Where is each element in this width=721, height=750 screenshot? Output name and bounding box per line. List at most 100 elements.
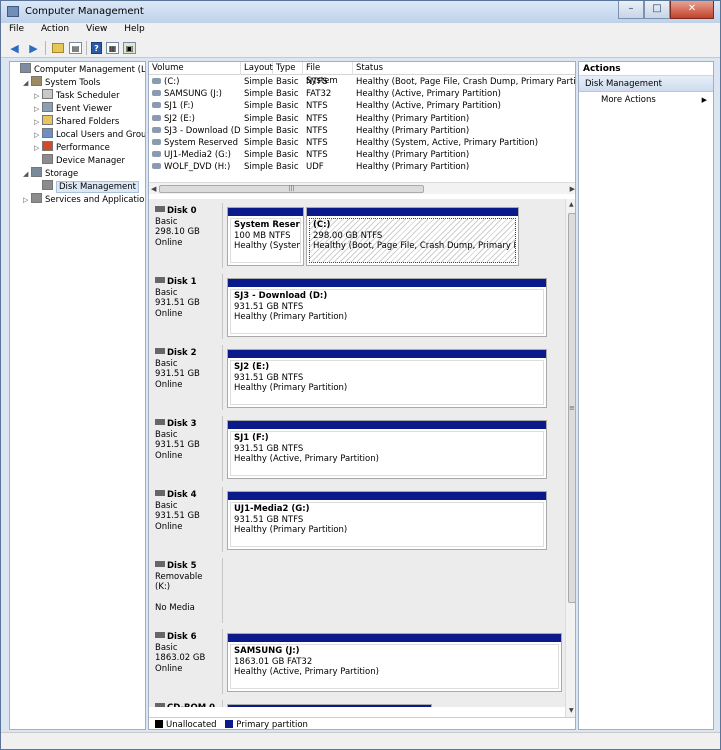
tree-item-services-and-applications[interactable]: ▷ Services and Applications [23,193,145,206]
disk-view-vertical-scrollbar[interactable]: ▲ ≡ ▼ [565,199,575,717]
partition[interactable]: SAMSUNG (J:) 1863.01 GB FAT32 Healthy (Act… [227,633,562,692]
column-type[interactable]: Type [273,62,303,75]
tree-item-shared-folders[interactable]: ▷ Shared Folders [34,115,119,127]
computer-icon [20,63,31,73]
column-file-system[interactable]: File System [303,62,353,86]
close-button[interactable]: ✕ [670,1,714,19]
disk-size-line: 298.10 GB [155,227,218,238]
table-row[interactable]: System Reserved Simple Basic NTFS Healthy (S… [149,137,575,149]
menu-file[interactable]: File [1,23,30,34]
table-cell: Basic [273,100,303,112]
disk-icon [155,490,165,496]
partition[interactable]: System Reserved100 MB NTFSHealthy (Syste… [227,207,304,266]
disk-info[interactable]: CD-ROM 0 [151,700,223,707]
table-cell: NTFS [303,137,353,149]
horizontal-scroll-thumb[interactable]: ||| [159,185,424,193]
partition[interactable]: SJ3 - Download (D:) 931.51 GB NTFS Healthy… [227,278,547,337]
forward-arrow-icon[interactable]: ▶ [26,41,41,55]
actions-section-disk-management[interactable]: Disk Management [579,76,713,92]
disk-row-disk-4: Disk 4 Basic 931.51 GB Online UJ1-Media2 (G:… [149,487,565,552]
back-arrow-icon[interactable]: ◀ [7,41,22,55]
disk-type: Basic [155,429,178,440]
tree-item-disk-management[interactable]: Disk Management [34,180,139,193]
partition[interactable]: SJ1 (F:) 931.51 GB NTFS Healthy (Active, P… [227,420,547,479]
partition[interactable]: (C:) 298.00 GB NTFS Healthy (Boot, Page Fi… [306,207,519,266]
tree-item-computer-management-local[interactable]: Computer Management (Local [12,63,145,75]
actions-pane: Actions Disk Management More Actions ▶ [578,61,714,730]
table-row[interactable]: WOLF_DVD (H:) Simple Basic UDF Healthy (Prim… [149,161,575,173]
disk-info[interactable]: Disk 6 Basic 1863.02 GB Online [151,629,223,694]
up-folder-icon[interactable] [50,41,65,55]
cell-text: Basic [276,138,299,148]
tree-item-system-tools[interactable]: ◢ System Tools [23,76,100,88]
expand-toggle-icon[interactable]: ◢ [23,168,31,180]
primary-partition-bar [228,634,561,642]
partition-body: SAMSUNG (J:) 1863.01 GB FAT32 Healthy (Act… [230,644,559,689]
disk-info[interactable]: Disk 5 Removable (K:) No Media [151,558,223,623]
tree-item-task-scheduler[interactable]: ▷ Task Scheduler [34,89,120,101]
table-row[interactable]: SJ2 (E:) Simple Basic NTFS Healthy (Primary … [149,113,575,125]
disk-row-disk-5: Disk 5 Removable (K:) No Media [149,558,565,623]
expand-toggle-icon[interactable]: ▷ [34,142,42,154]
table-cell: UJ1-Media2 (G:) [149,149,241,161]
expand-toggle-icon[interactable]: ▷ [34,116,42,128]
column-layout[interactable]: Layout [241,62,273,75]
disk-type-line: Basic [155,501,218,512]
console-icon[interactable]: ▣ [123,42,136,54]
disk-name: CD-ROM 0 [167,703,215,707]
table-row[interactable]: SAMSUNG (J:) Simple Basic FAT32 Healthy (Act… [149,88,575,100]
partition[interactable]: UJ1-Media2 (G:) 931.51 GB NTFS Healthy (Pr… [227,491,547,550]
help-icon[interactable]: ? [91,42,102,54]
disk-info[interactable]: Disk 0 Basic 298.10 GB Online [151,203,223,268]
disk-size: 1863.02 GB [155,653,206,663]
expand-toggle-icon[interactable]: ▷ [34,129,42,141]
expand-toggle-icon[interactable]: ▷ [34,103,42,115]
table-cell: Healthy (Active, Primary Partition) [353,100,575,112]
scroll-up-icon[interactable]: ▲ [569,201,574,208]
expand-toggle-icon[interactable]: ◢ [23,77,31,89]
title-bar[interactable]: Computer Management – □ ✕ [1,1,720,23]
partition-status: Healthy (Active, Primary Partition) [234,667,379,677]
disk-info[interactable]: Disk 2 Basic 931.51 GB Online [151,345,223,410]
disk-info[interactable]: Disk 3 Basic 931.51 GB Online [151,416,223,481]
table-row[interactable]: UJ1-Media2 (G:) Simple Basic NTFS Healthy (P… [149,149,575,161]
tree-item-device-manager[interactable]: Device Manager [34,154,125,166]
table-row[interactable]: (C:) Simple Basic NTFS Healthy (Boot, Page F… [149,76,575,88]
scroll-right-icon[interactable]: ▶ [570,183,575,195]
menu-view[interactable]: View [78,23,113,34]
disk-size: 931.51 GB [155,298,200,308]
table-cell: SJ3 - Download (D:) [149,125,241,137]
scroll-down-icon[interactable]: ▼ [569,707,574,714]
maximize-button[interactable]: □ [644,1,670,19]
cell-text: Basic [276,125,299,136]
partition[interactable] [227,704,432,707]
expand-toggle-icon[interactable]: ▷ [34,90,42,102]
partition-status: Healthy (Primary Partition) [234,525,348,535]
menu-action[interactable]: Action [33,23,75,34]
tree-item-event-viewer[interactable]: ▷ Event Viewer [34,102,112,114]
table-row[interactable]: SJ3 - Download (D:) Simple Basic NTFS Health… [149,125,575,137]
table-cell: Basic [273,76,303,88]
disk-info[interactable]: Disk 4 Basic 931.51 GB Online [151,487,223,552]
tree-item-storage[interactable]: ◢ Storage [23,167,78,179]
properties-icon[interactable]: ▦ [106,42,119,54]
more-actions-item[interactable]: More Actions ▶ [579,92,713,108]
column-volume[interactable]: Volume [149,62,241,75]
disk-name-line: Disk 3 [155,419,218,430]
disk-info[interactable]: Disk 1 Basic 931.51 GB Online [151,274,223,339]
expand-toggle-icon[interactable]: ▷ [23,194,31,206]
menu-help[interactable]: Help [116,23,151,34]
scroll-left-icon[interactable]: ◀ [151,183,156,195]
minimize-button[interactable]: – [618,1,644,19]
partition[interactable]: SJ2 (E:) 931.51 GB NTFS Healthy (Primary P… [227,349,547,408]
vertical-scroll-thumb[interactable]: ≡ [568,213,575,603]
cell-text: Healthy (Primary Partition) [356,113,470,124]
tree-item-local-users-and-groups[interactable]: ▷ Local Users and Groups [34,128,145,141]
column-status[interactable]: Status [353,62,575,75]
table-row[interactable]: SJ1 (F:) Simple Basic NTFS Healthy (Active, … [149,100,575,112]
disk-name: Disk 6 [167,632,197,642]
show-hide-tree-icon[interactable]: ▤ [69,42,82,54]
partition-body: UJ1-Media2 (G:) 931.51 GB NTFS Healthy (Pr… [230,502,544,547]
volume-list-horizontal-scrollbar[interactable]: ◀ ||| ▶ [149,182,575,195]
tree-item-performance[interactable]: ▷ Performance [34,141,110,153]
